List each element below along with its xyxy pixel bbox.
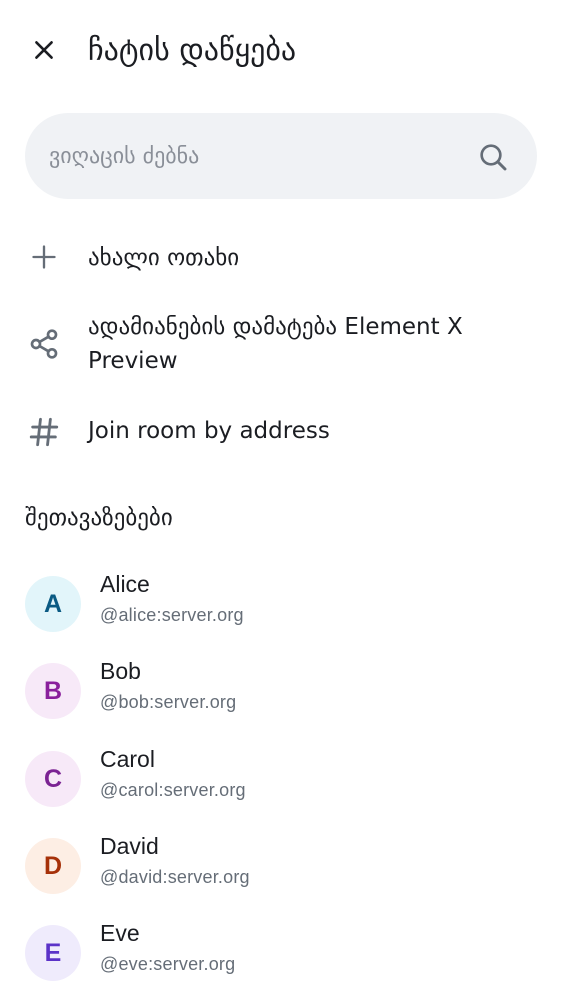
hash-icon <box>24 412 64 452</box>
avatar: A <box>25 576 81 632</box>
page-title: ჩატის დაწყება <box>88 33 297 68</box>
search-input[interactable] <box>49 113 469 199</box>
user-display-name: Eve <box>100 920 140 946</box>
user-display-name: Bob <box>100 658 141 684</box>
avatar: C <box>25 751 81 807</box>
user-id: @david:server.org <box>100 867 250 887</box>
user-id: @bob:server.org <box>100 692 237 712</box>
avatar: E <box>25 925 81 981</box>
close-icon <box>35 41 53 59</box>
search-bar[interactable] <box>25 113 537 199</box>
new-room-label: ახალი ოთახი <box>88 245 240 271</box>
suggestion-row[interactable]: E Eve @eve:server.org <box>0 915 562 995</box>
invite-people-action[interactable]: ადამიანების დამატება Element X Preview <box>0 310 562 382</box>
user-id: @eve:server.org <box>100 954 236 974</box>
user-id: @carol:server.org <box>100 780 246 800</box>
new-room-action[interactable]: ახალი ოთახი <box>0 237 562 281</box>
join-room-label: Join room by address <box>88 418 330 444</box>
user-id: @alice:server.org <box>100 605 244 625</box>
user-display-name: Alice <box>100 571 150 597</box>
suggestion-row[interactable]: C Carol @carol:server.org <box>0 741 562 821</box>
suggestions-heading: შეთავაზებები <box>25 505 173 531</box>
invite-people-label: ადამიანების დამატება Element X Preview <box>88 314 463 374</box>
avatar: B <box>25 663 81 719</box>
share-icon <box>24 324 64 364</box>
plus-icon <box>24 237 64 277</box>
user-display-name: Carol <box>100 746 155 772</box>
close-button[interactable] <box>22 28 66 72</box>
top-app-bar: ჩატის დაწყება <box>0 0 562 100</box>
suggestion-row[interactable]: D David @david:server.org <box>0 828 562 908</box>
join-room-by-address-action[interactable]: Join room by address <box>0 412 562 452</box>
search-icon[interactable] <box>477 141 509 173</box>
suggestion-row[interactable]: A Alice @alice:server.org <box>0 566 562 646</box>
avatar: D <box>25 838 81 894</box>
suggestion-row[interactable]: B Bob @bob:server.org <box>0 653 562 733</box>
user-display-name: David <box>100 833 159 859</box>
